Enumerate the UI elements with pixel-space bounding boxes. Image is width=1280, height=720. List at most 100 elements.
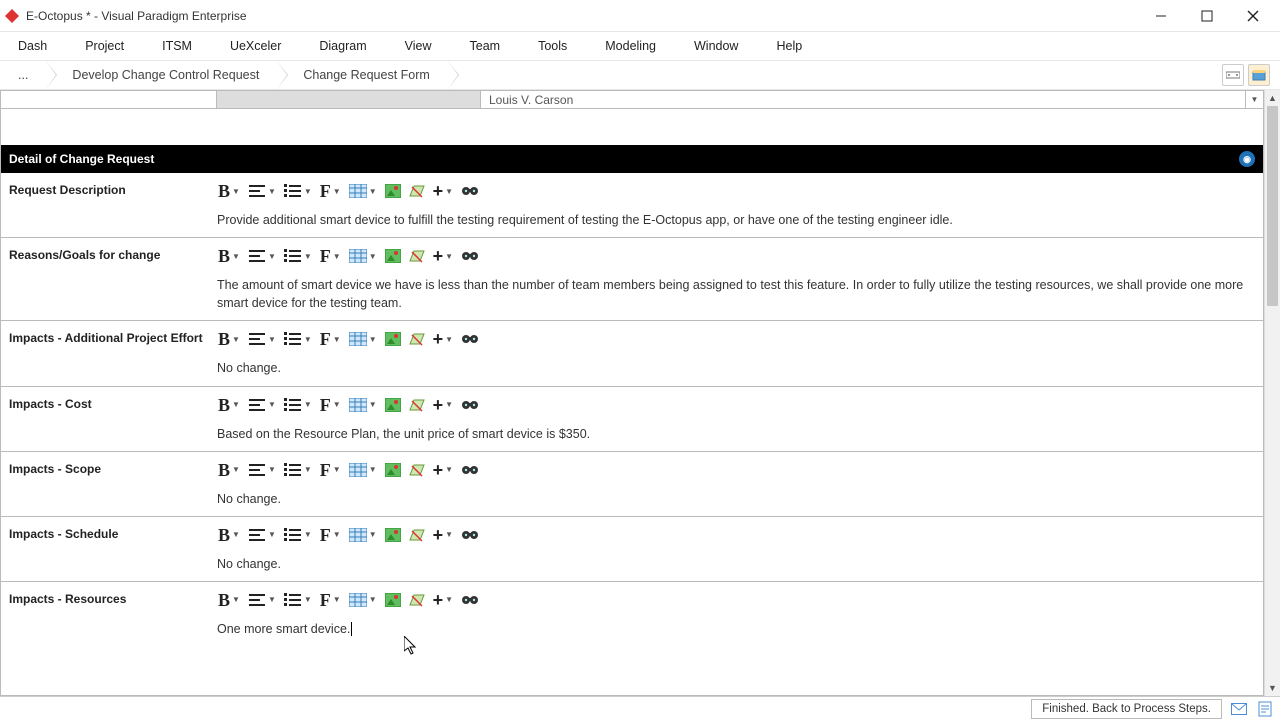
table-button[interactable]: ▼ (348, 593, 378, 607)
table-button[interactable]: ▼ (348, 332, 378, 346)
menu-project[interactable]: Project (75, 35, 134, 57)
close-button[interactable] (1230, 0, 1276, 32)
breadcrumb-0[interactable]: ... (4, 61, 46, 89)
font-button[interactable]: F▼ (319, 182, 342, 200)
list-button[interactable]: ▼ (283, 528, 313, 542)
section-info-icon[interactable]: ◉ (1239, 151, 1255, 167)
menu-modeling[interactable]: Modeling (595, 35, 666, 57)
breadcrumb-tool-icon-2[interactable] (1248, 64, 1270, 86)
align-button[interactable]: ▼ (247, 249, 277, 263)
field-text[interactable]: One more smart device. (217, 614, 1263, 638)
clear-format-button[interactable] (408, 593, 426, 607)
list-button[interactable]: ▼ (283, 332, 313, 346)
note-icon[interactable] (1256, 700, 1274, 718)
find-button[interactable] (460, 463, 480, 477)
font-button[interactable]: F▼ (319, 461, 342, 479)
align-button[interactable]: ▼ (247, 528, 277, 542)
font-button[interactable]: F▼ (319, 330, 342, 348)
font-button[interactable]: F▼ (319, 526, 342, 544)
add-button[interactable]: +▼ (432, 182, 454, 200)
insert-image-button[interactable] (384, 249, 402, 263)
clear-format-button[interactable] (408, 398, 426, 412)
menu-dash[interactable]: Dash (8, 35, 57, 57)
insert-image-button[interactable] (384, 398, 402, 412)
field-text[interactable]: No change. (217, 353, 1263, 377)
breadcrumb-2[interactable]: Change Request Form (277, 61, 447, 89)
list-button[interactable]: ▼ (283, 184, 313, 198)
bold-button[interactable]: B▼ (217, 182, 241, 200)
find-button[interactable] (460, 398, 480, 412)
field-text[interactable]: The amount of smart device we have is le… (217, 270, 1263, 312)
breadcrumb-tool-icon-1[interactable] (1222, 64, 1244, 86)
initiator-dropdown[interactable]: ▼ (1245, 91, 1263, 108)
insert-image-button[interactable] (384, 528, 402, 542)
menu-window[interactable]: Window (684, 35, 748, 57)
clear-format-button[interactable] (408, 184, 426, 198)
table-button[interactable]: ▼ (348, 184, 378, 198)
find-button[interactable] (460, 249, 480, 263)
field-text[interactable]: Based on the Resource Plan, the unit pri… (217, 419, 1263, 443)
insert-image-button[interactable] (384, 332, 402, 346)
field-text[interactable]: Provide additional smart device to fulfi… (217, 205, 1263, 229)
menu-diagram[interactable]: Diagram (309, 35, 376, 57)
align-button[interactable]: ▼ (247, 398, 277, 412)
field-text[interactable]: No change. (217, 484, 1263, 508)
table-button[interactable]: ▼ (348, 463, 378, 477)
list-button[interactable]: ▼ (283, 593, 313, 607)
menu-team[interactable]: Team (460, 35, 511, 57)
breadcrumb-1[interactable]: Develop Change Control Request (46, 61, 277, 89)
add-button[interactable]: +▼ (432, 330, 454, 348)
align-button[interactable]: ▼ (247, 593, 277, 607)
add-button[interactable]: +▼ (432, 526, 454, 544)
font-button[interactable]: F▼ (319, 247, 342, 265)
insert-image-button[interactable] (384, 593, 402, 607)
add-button[interactable]: +▼ (432, 591, 454, 609)
menu-view[interactable]: View (395, 35, 442, 57)
status-link[interactable]: Finished. Back to Process Steps. (1031, 699, 1222, 719)
table-button[interactable]: ▼ (348, 528, 378, 542)
minimize-button[interactable] (1138, 0, 1184, 32)
find-button[interactable] (460, 528, 480, 542)
list-button[interactable]: ▼ (283, 398, 313, 412)
field-text[interactable]: No change. (217, 549, 1263, 573)
font-button[interactable]: F▼ (319, 591, 342, 609)
font-button[interactable]: F▼ (319, 396, 342, 414)
bold-button[interactable]: B▼ (217, 247, 241, 265)
bold-button[interactable]: B▼ (217, 330, 241, 348)
clear-format-button[interactable] (408, 463, 426, 477)
find-button[interactable] (460, 593, 480, 607)
table-button[interactable]: ▼ (348, 249, 378, 263)
find-button[interactable] (460, 184, 480, 198)
maximize-button[interactable] (1184, 0, 1230, 32)
bold-button[interactable]: B▼ (217, 526, 241, 544)
mail-icon[interactable] (1230, 700, 1248, 718)
clear-format-button[interactable] (408, 332, 426, 346)
clear-format-button[interactable] (408, 249, 426, 263)
scroll-thumb[interactable] (1267, 106, 1278, 306)
align-button[interactable]: ▼ (247, 184, 277, 198)
bold-button[interactable]: B▼ (217, 591, 241, 609)
align-button[interactable]: ▼ (247, 332, 277, 346)
menu-help[interactable]: Help (766, 35, 812, 57)
clear-format-button[interactable] (408, 528, 426, 542)
bold-button[interactable]: B▼ (217, 461, 241, 479)
rich-text-toolbar: B▼ ▼ ▼ F▼ ▼ +▼ (217, 521, 1263, 549)
list-button[interactable]: ▼ (283, 249, 313, 263)
vertical-scrollbar[interactable]: ▲ ▼ (1264, 90, 1280, 696)
scroll-up-arrow[interactable]: ▲ (1265, 90, 1280, 106)
find-button[interactable] (460, 332, 480, 346)
add-button[interactable]: +▼ (432, 461, 454, 479)
insert-image-button[interactable] (384, 184, 402, 198)
menu-tools[interactable]: Tools (528, 35, 577, 57)
menu-itsm[interactable]: ITSM (152, 35, 202, 57)
scroll-down-arrow[interactable]: ▼ (1265, 680, 1280, 696)
add-button[interactable]: +▼ (432, 247, 454, 265)
status-text: Finished. Back to Process Steps. (1042, 703, 1211, 715)
add-button[interactable]: +▼ (432, 396, 454, 414)
align-button[interactable]: ▼ (247, 463, 277, 477)
table-button[interactable]: ▼ (348, 398, 378, 412)
menu-uexceler[interactable]: UeXceler (220, 35, 291, 57)
insert-image-button[interactable] (384, 463, 402, 477)
bold-button[interactable]: B▼ (217, 396, 241, 414)
list-button[interactable]: ▼ (283, 463, 313, 477)
